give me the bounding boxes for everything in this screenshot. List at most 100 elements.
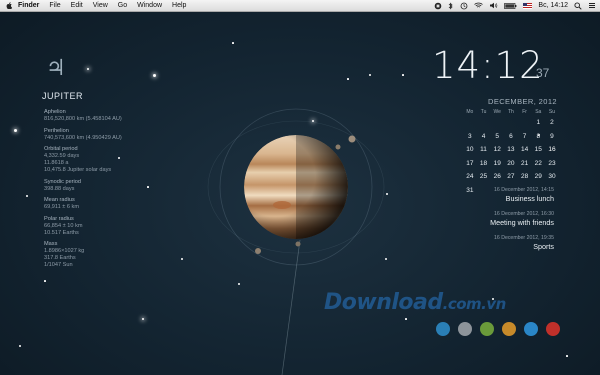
calendar-day[interactable]: 28 [518,173,532,180]
calendar-day[interactable]: 11 [477,146,491,153]
calendar-week: 3 4 5 6 7 8 9 [463,130,559,144]
stat-perihelion: Perihelion 740,573,600 km (4.950429 AU) [44,128,122,142]
stat-mass: Mass 1.8986×1027 kg 317.8 Earths 1/1047 … [44,241,122,269]
calendar-day[interactable]: 18 [477,160,491,167]
stat-value: 1/1047 Sun [44,262,73,268]
planet-name: JUPITER [42,91,84,101]
event-date: 16 December 2012, 16:30 [494,211,554,217]
stat-label: Mean radius [44,197,75,203]
watermark-suffix: .com.vn [442,295,507,313]
weekday-label: Sa [535,108,542,115]
theme-dot-green[interactable] [480,322,494,336]
stat-synodic-period: Synodic period 398.88 days [44,179,122,193]
calendar-day[interactable]: 6 [504,133,518,140]
calendar-day[interactable]: 12 [490,146,504,153]
weekday-label: We [493,108,501,115]
calendar-day[interactable]: 7 [518,133,532,140]
planet-stats: Aphelion 816,520,800 km (5.458104 AU) Pe… [44,109,122,274]
calendar-week: 24 25 26 27 28 29 30 [463,170,559,184]
stat-value: 816,520,800 km (5.458104 AU) [44,116,122,122]
calendar-day[interactable]: 29 [531,173,545,180]
calendar-day[interactable]: 22 [531,160,545,167]
calendar-day[interactable]: 17 [463,160,477,167]
jupiter-symbol-icon: ♃ [46,56,66,81]
clock-time: 14:12 [432,44,544,87]
event-item[interactable]: 16 December 2012, 14:15 Business lunch [444,187,554,203]
calendar-day[interactable]: 2 [545,119,559,126]
weekday-label: Fr [522,108,527,115]
stat-label: Aphelion [44,109,66,115]
stat-polar-radius: Polar radius 66,854 ± 10 km 10.517 Earth… [44,216,122,237]
calendar-day[interactable]: 21 [518,160,532,167]
calendar-day[interactable]: 3 [463,133,477,140]
weekday-label: Mo [466,108,474,115]
event-item[interactable]: 16 December 2012, 16:30 Meeting with fri… [444,211,554,227]
calendar-day[interactable]: 24 [463,173,477,180]
calendar-day[interactable]: 1 [531,119,545,126]
stat-value: 66,854 ± 10 km [44,222,83,229]
theme-dot-orange[interactable] [502,322,516,336]
watermark-main: Download [324,290,443,315]
orbit-line [281,239,301,375]
moon [335,144,341,150]
calendar-day[interactable]: 27 [504,173,518,180]
weekday-label: Th [507,108,514,115]
stat-value: 10.517 Earths [44,229,79,236]
event-title: Sports [533,242,554,251]
stat-value: 4,332.59 days [44,153,80,159]
calendar-grid: Mo Tu We Th Fr Sa Su 1 2 3 4 5 6 7 8 9 1… [463,107,559,197]
theme-dot-lightblue[interactable] [524,322,538,336]
theme-dot-red[interactable] [546,322,560,336]
event-title: Business lunch [505,194,554,203]
clock-seconds: 37 [536,66,550,80]
calendar-day[interactable]: 26 [490,173,504,180]
calendar-day[interactable]: 14 [518,146,532,153]
moon [348,135,356,143]
calendar-day[interactable]: 20 [504,160,518,167]
event-title: Meeting with friends [490,218,554,227]
weekday-label: Tu [480,108,487,115]
stat-aphelion: Aphelion 816,520,800 km (5.458104 AU) [44,109,122,123]
calendar-day[interactable]: 5 [490,133,504,140]
calendar-day[interactable]: 23 [545,160,559,167]
stat-value: 11.8618 a [44,160,69,166]
moon [295,241,301,247]
theme-color-picker [436,322,560,336]
event-date: 16 December 2012, 19:35 [494,235,554,241]
calendar-week: 10 11 12 13 14 15 16 [463,143,559,157]
calendar-day[interactable]: 8 [531,133,545,140]
stat-value: 740,573,600 km (4.950429 AU) [44,134,122,141]
calendar-day[interactable]: 15 [531,146,545,153]
stat-value: 398.88 days [44,185,75,192]
stat-label: Synodic period [44,178,82,185]
stat-orbital-period: Orbital period 4,332.59 days 11.8618 a 1… [44,146,122,174]
calendar-weekdays: Mo Tu We Th Fr Sa Su [463,107,559,116]
watermark-logo: Download.com.vn [324,290,506,315]
moon [255,248,261,254]
stat-label: Perihelion [44,127,69,134]
calendar-day[interactable]: 30 [545,173,559,180]
stat-value: 1.8986×1027 kg [44,248,85,254]
calendar-day[interactable]: 4 [477,133,491,140]
calendar-day[interactable]: 13 [504,146,518,153]
event-item[interactable]: 16 December 2012, 19:35 Sports [444,235,554,251]
calendar-day[interactable]: 10 [463,146,477,153]
calendar-day-today[interactable]: 16 [545,146,559,153]
weekday-label: Su [548,108,556,115]
calendar-day[interactable]: 25 [477,173,491,180]
stat-label: Orbital period [44,146,78,152]
calendar-week: 1 2 [463,116,559,130]
theme-dot-blue[interactable] [436,322,450,336]
event-date: 16 December 2012, 14:15 [494,187,554,193]
calendar-day[interactable]: 9 [545,133,559,140]
calendar-day[interactable]: 19 [490,160,504,167]
stat-label: Mass [44,241,58,247]
calendar-title: DECEMBER, 2012 [488,97,557,106]
stat-value: 69,911 ± 6 km [44,204,79,210]
events-list: 16 December 2012, 14:15 Business lunch 1… [444,187,554,259]
stat-label: Polar radius [44,215,74,222]
theme-dot-gray[interactable] [458,322,472,336]
stat-mean-radius: Mean radius 69,911 ± 6 km [44,197,122,211]
stat-value: 10,475.8 Jupiter solar days [44,167,112,173]
calendar-week: 17 18 19 20 21 22 23 [463,157,559,171]
